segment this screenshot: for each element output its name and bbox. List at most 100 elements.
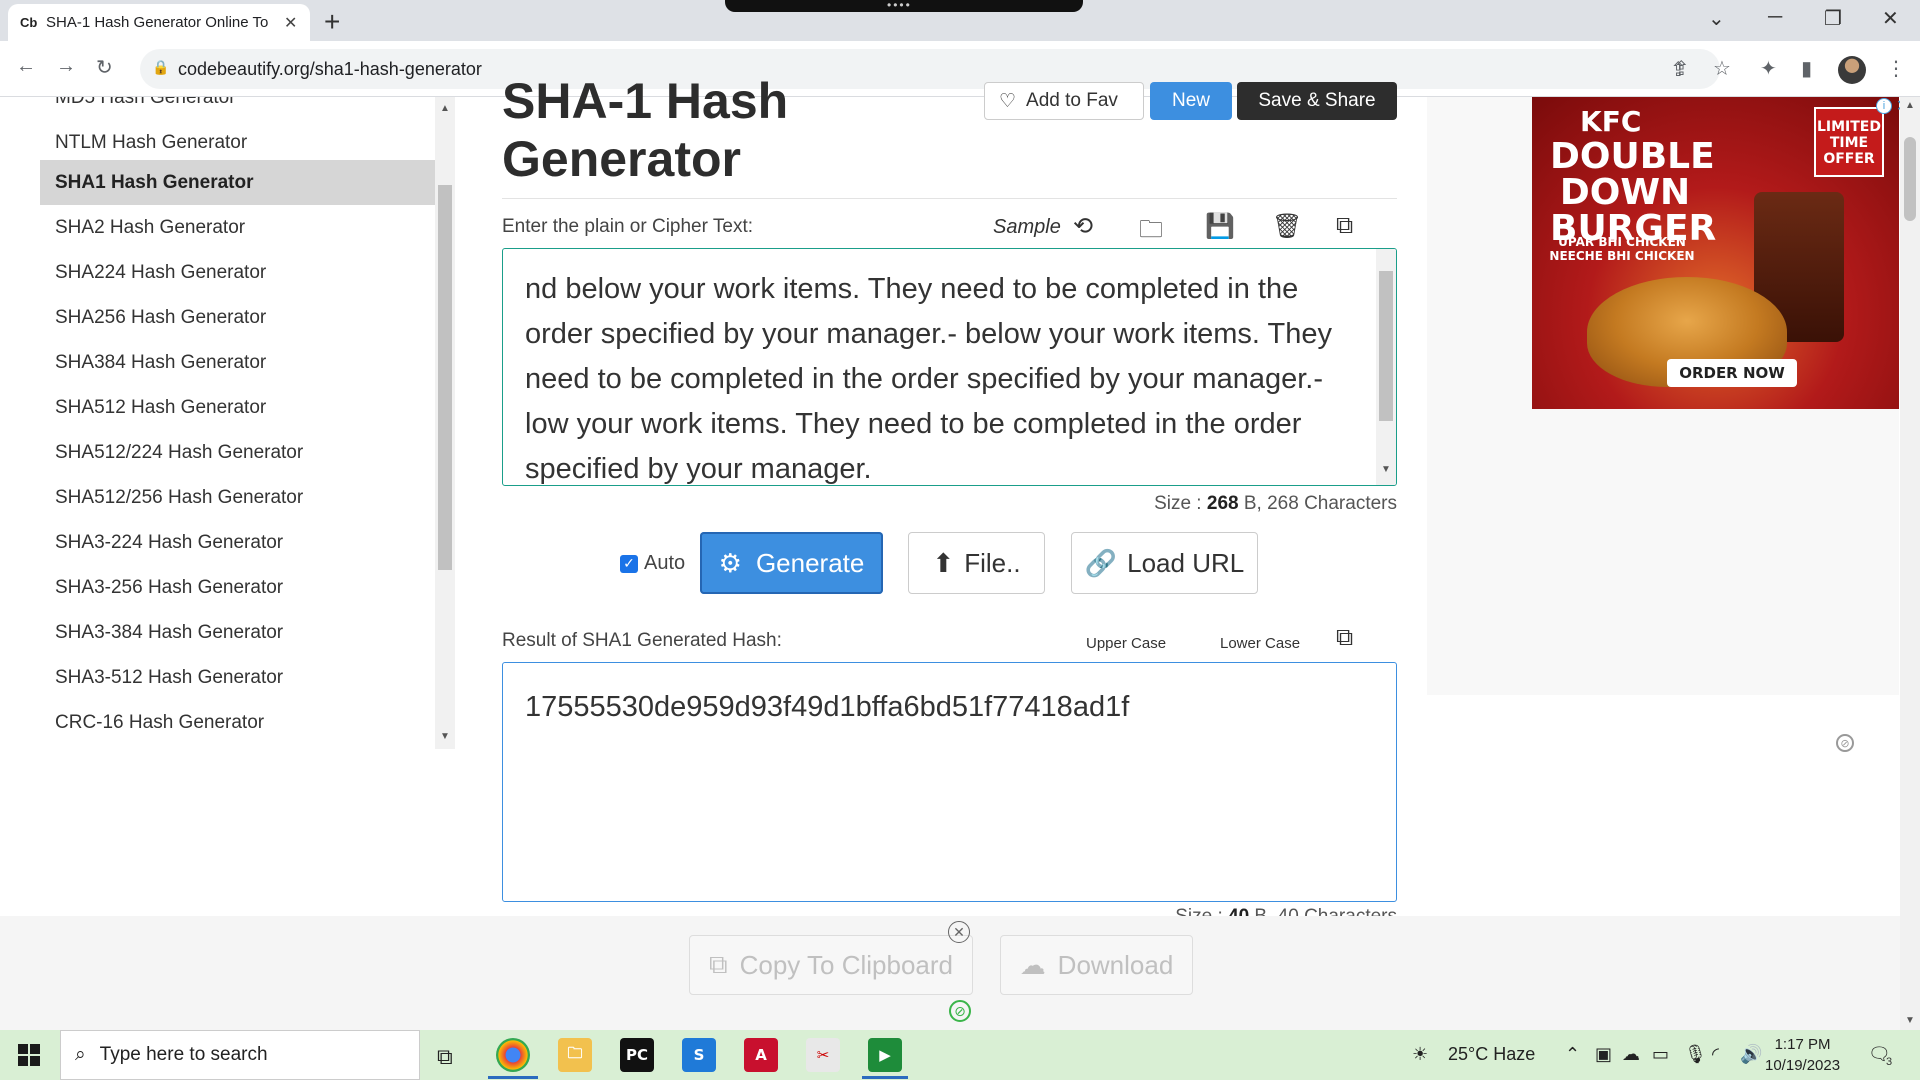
clipboard-icon: ⧉ (709, 949, 728, 979)
ad-order-now-button[interactable]: ORDER NOW (1667, 359, 1797, 387)
show-hidden-icons-icon[interactable]: ⌃ (1565, 1044, 1580, 1065)
bookmark-star-icon[interactable]: ☆ (1713, 56, 1731, 81)
search-icon: ⌕ (75, 1044, 86, 1065)
window-drag-handle[interactable]: •••• (725, 0, 1083, 12)
sidebar-item-sha3-256[interactable]: SHA3-256 Hash Generator (40, 565, 435, 610)
meet-icon[interactable]: ▣ (1595, 1044, 1612, 1065)
auto-toggle[interactable]: ✓ Auto (620, 552, 685, 575)
sidebar-item-sha2[interactable]: SHA2 Hash Generator (40, 205, 435, 250)
copy-to-clipboard-button[interactable]: ⧉ Copy To Clipboard (689, 935, 973, 995)
onedrive-icon[interactable]: ☁ (1622, 1044, 1640, 1065)
sidebar-item-sha3-224[interactable]: SHA3-224 Hash Generator (40, 520, 435, 565)
ad-limited-badge: LIMITED TIME OFFER (1814, 107, 1884, 177)
ad-info-icon[interactable]: i (1876, 98, 1892, 114)
history-icon[interactable]: ⟲ (1073, 212, 1093, 241)
load-url-button[interactable]: 🔗 Load URL (1071, 532, 1258, 594)
sidebar-scroll-thumb[interactable] (438, 185, 452, 570)
media-player-icon[interactable]: ▶ (868, 1038, 902, 1072)
acrobat-icon[interactable]: A (744, 1038, 778, 1072)
file-explorer-icon[interactable]: 🗀 (558, 1038, 592, 1072)
hash-output[interactable]: 17555530de959d93f49d1bffa6bd51f77418ad1f (502, 662, 1397, 902)
page-scrollbar[interactable]: ▲ ▼ (1900, 97, 1920, 1030)
sidebar-item-sha1[interactable]: SHA1 Hash Generator (40, 160, 435, 205)
generate-button[interactable]: ⚙ Generate (700, 532, 883, 594)
sidebar-item-sha512-224[interactable]: SHA512/224 Hash Generator (40, 430, 435, 475)
input-scrollbar[interactable]: ▲ ▼ (1376, 249, 1396, 485)
snipping-tool-icon[interactable]: ✂ (806, 1038, 840, 1072)
new-button[interactable]: New (1150, 82, 1232, 120)
microphone-icon[interactable]: 🎙 (1684, 1044, 1707, 1065)
lower-case-button[interactable]: Lower Case (1220, 635, 1300, 652)
weather-icon[interactable]: ☀ (1412, 1044, 1428, 1065)
sidebar-item-sha3-512[interactable]: SHA3-512 Hash Generator (40, 655, 435, 700)
copy-icon[interactable]: ⧉ (1336, 212, 1353, 240)
browser-menu-icon[interactable]: ⋮ (1886, 56, 1906, 81)
restore-icon[interactable]: ❐ (1824, 6, 1842, 31)
sidebar-item-sha256[interactable]: SHA256 Hash Generator (40, 295, 435, 340)
profile-avatar[interactable] (1838, 56, 1866, 84)
upload-icon: ⬆ (932, 547, 955, 578)
skype-icon[interactable]: S (682, 1038, 716, 1072)
sidebar-item-sha512[interactable]: SHA512 Hash Generator (40, 385, 435, 430)
file-button[interactable]: ⬆ File.. (908, 532, 1045, 594)
wifi-icon[interactable]: ◜ (1712, 1044, 1719, 1065)
forward-icon[interactable]: → (56, 55, 76, 78)
side-panel-icon[interactable]: ▮ (1801, 56, 1812, 81)
upper-case-button[interactable]: Upper Case (1086, 635, 1166, 652)
pycharm-icon[interactable]: PC (620, 1038, 654, 1072)
lock-icon[interactable]: 🔒 (152, 59, 169, 76)
battery-icon[interactable]: ▭ (1652, 1044, 1669, 1065)
sidebar-item-crc16[interactable]: CRC-16 Hash Generator (40, 700, 435, 745)
ad-choice-icon[interactable]: ⊘ (949, 1000, 971, 1022)
taskbar-search[interactable]: ⌕ Type here to search (60, 1030, 420, 1080)
sidebar-item-sha224[interactable]: SHA224 Hash Generator (40, 250, 435, 295)
scroll-down-icon[interactable]: ▼ (440, 731, 450, 742)
input-label: Enter the plain or Cipher Text: (502, 216, 754, 237)
ad-title: DOUBLE DOWN BURGER (1550, 136, 1717, 249)
chrome-taskbar-icon[interactable] (496, 1038, 530, 1072)
browser-tab[interactable]: Cb SHA-1 Hash Generator Online To ✕ (8, 4, 310, 41)
sidebar-item-sha512-256[interactable]: SHA512/256 Hash Generator (40, 475, 435, 520)
scroll-up-icon[interactable]: ▲ (440, 103, 450, 114)
back-icon[interactable]: ← (16, 55, 36, 78)
url-field[interactable]: 🔒 codebeautify.org/sha1-hash-generator ⇪ (140, 49, 1720, 89)
scroll-up-icon[interactable]: ▲ (1905, 100, 1915, 111)
close-bottom-ad-icon[interactable]: ✕ (948, 921, 970, 943)
save-icon[interactable]: 💾 (1205, 212, 1235, 241)
close-tab-icon[interactable]: ✕ (284, 13, 297, 33)
ad-choice-icon[interactable]: ⊘ (1836, 734, 1854, 752)
kfc-ad-banner[interactable]: KFC DOUBLE DOWN BURGER UPAR BHI CHICKEN … (1532, 97, 1899, 409)
plain-text-input[interactable]: nd below your work items. They need to b… (502, 248, 1397, 486)
close-window-icon[interactable]: ✕ (1882, 6, 1899, 31)
sidebar-item-ntlm[interactable]: NTLM Hash Generator (40, 120, 435, 165)
auto-checkbox[interactable]: ✓ (620, 554, 638, 573)
task-view-icon[interactable]: ⧉ (437, 1044, 453, 1070)
extensions-icon[interactable]: ✦ (1760, 56, 1777, 81)
sidebar-item-sha3-384[interactable]: SHA3-384 Hash Generator (40, 610, 435, 655)
share-page-icon[interactable]: ⇪ (1673, 56, 1690, 81)
windows-start-icon[interactable] (18, 1044, 40, 1066)
reload-icon[interactable]: ↻ (96, 55, 113, 80)
tab-search-icon[interactable]: ⌄ (1708, 6, 1725, 31)
system-clock[interactable]: 1:17 PM 10/19/2023 (1765, 1034, 1840, 1076)
sidebar-scrollbar[interactable]: ▲ ▼ (435, 97, 455, 749)
sidebar-item-sha384[interactable]: SHA384 Hash Generator (40, 340, 435, 385)
add-to-fav-button[interactable]: ♡ Add to Fav (984, 82, 1144, 120)
minimize-icon[interactable]: ─ (1768, 6, 1782, 29)
page-scroll-thumb[interactable] (1904, 137, 1916, 221)
save-share-button[interactable]: Save & Share (1237, 82, 1397, 120)
input-scroll-thumb[interactable] (1379, 271, 1393, 421)
scroll-down-icon[interactable]: ▼ (1381, 447, 1391, 485)
new-tab-icon[interactable]: + (324, 6, 340, 38)
download-button[interactable]: ☁ Download (1000, 935, 1193, 995)
sidebar-item-md5[interactable]: MD5 Hash Generator (40, 97, 435, 120)
open-folder-icon[interactable]: 🗀 (1139, 212, 1163, 253)
scroll-down-icon[interactable]: ▼ (1905, 1015, 1915, 1026)
copy-result-icon[interactable]: ⧉ (1336, 624, 1353, 652)
url-text: codebeautify.org/sha1-hash-generator (178, 59, 482, 79)
weather-text[interactable]: 25°C Haze (1448, 1044, 1535, 1065)
volume-icon[interactable]: 🔊 (1740, 1044, 1762, 1065)
input-text-content: nd below your work items. They need to b… (525, 273, 1332, 485)
sample-link[interactable]: Sample (993, 216, 1061, 239)
delete-icon[interactable]: 🗑 (1272, 212, 1302, 241)
